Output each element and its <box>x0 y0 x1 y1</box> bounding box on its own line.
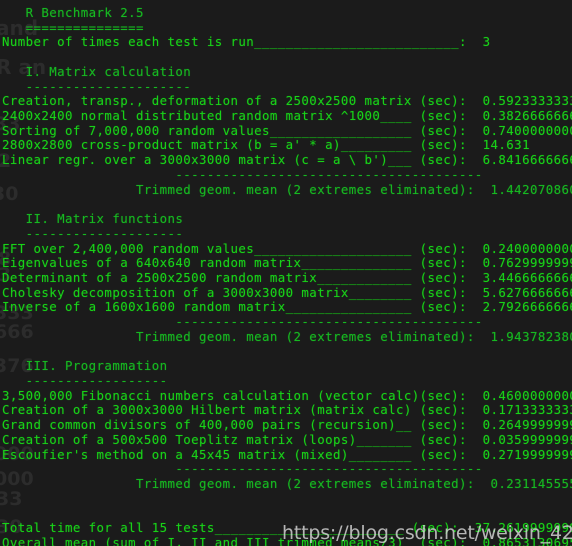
section-heading-matrix-calculation: I. Matrix calculation <box>2 63 192 79</box>
result-row: Creation, transp., deformation of a 2500… <box>2 93 572 109</box>
result-row: 3,500,000 Fibonacci numbers calculation … <box>2 387 572 403</box>
overall-mean-line: Overall mean (sum of I, II and III trimm… <box>2 534 572 546</box>
section-heading-matrix-functions: II. Matrix functions <box>2 211 184 227</box>
section-heading-programmation: III. Programmation <box>2 358 168 374</box>
result-row: Eigenvalues of a 640x640 random matrix__… <box>2 255 572 271</box>
total-time-line: Total time for all 15 tests_____________… <box>2 520 572 536</box>
report-title-rule: =============== <box>2 19 144 35</box>
section-rule-programmation: ------------------ <box>2 372 168 388</box>
trimmed-geom-mean-line: Trimmed geom. mean (2 extremes eliminate… <box>2 328 572 344</box>
result-row: 2400x2400 normal distributed random matr… <box>2 108 572 124</box>
result-row: Grand common divisors of 400,000 pairs (… <box>2 417 572 433</box>
mean-rule: --------------------------------------- <box>2 314 483 330</box>
result-row: Creation of a 3000x3000 Hilbert matrix (… <box>2 402 572 418</box>
mean-rule: --------------------------------------- <box>2 166 483 182</box>
result-row: Inverse of a 1600x1600 random matrix____… <box>2 299 572 315</box>
section-rule-matrix-calculation: --------------------- <box>2 78 192 94</box>
result-row: Cholesky decomposition of a 3000x3000 ma… <box>2 284 572 300</box>
result-row: FFT over 2,400,000 random values________… <box>2 240 572 256</box>
result-row: Creation of a 500x500 Toeplitz matrix (l… <box>2 431 572 447</box>
result-row: Determinant of a 2500x2500 random matrix… <box>2 269 572 285</box>
result-row: Sorting of 7,000,000 random values______… <box>2 122 572 138</box>
result-row: Linear regr. over a 3000x3000 matrix (c … <box>2 152 572 168</box>
section-rule-matrix-functions: -------------------- <box>2 225 184 241</box>
report-title: R Benchmark 2.5 <box>2 5 144 20</box>
mean-rule: --------------------------------------- <box>2 461 483 477</box>
runs-line: Number of times each test is run________… <box>2 34 491 50</box>
result-row: 2800x2800 cross-product matrix (b = a' *… <box>2 137 530 153</box>
trimmed-geom-mean-line: Trimmed geom. mean (2 extremes eliminate… <box>2 181 572 197</box>
trimmed-geom-mean-line: Trimmed geom. mean (2 extremes eliminate… <box>2 476 572 491</box>
terminal-window: andR an33230833336663760000003330 R Benc… <box>0 0 572 546</box>
result-row: Escoufier's method on a 45x45 matrix (mi… <box>2 446 572 462</box>
console-output: R Benchmark 2.5 =============== Number o… <box>0 0 572 546</box>
